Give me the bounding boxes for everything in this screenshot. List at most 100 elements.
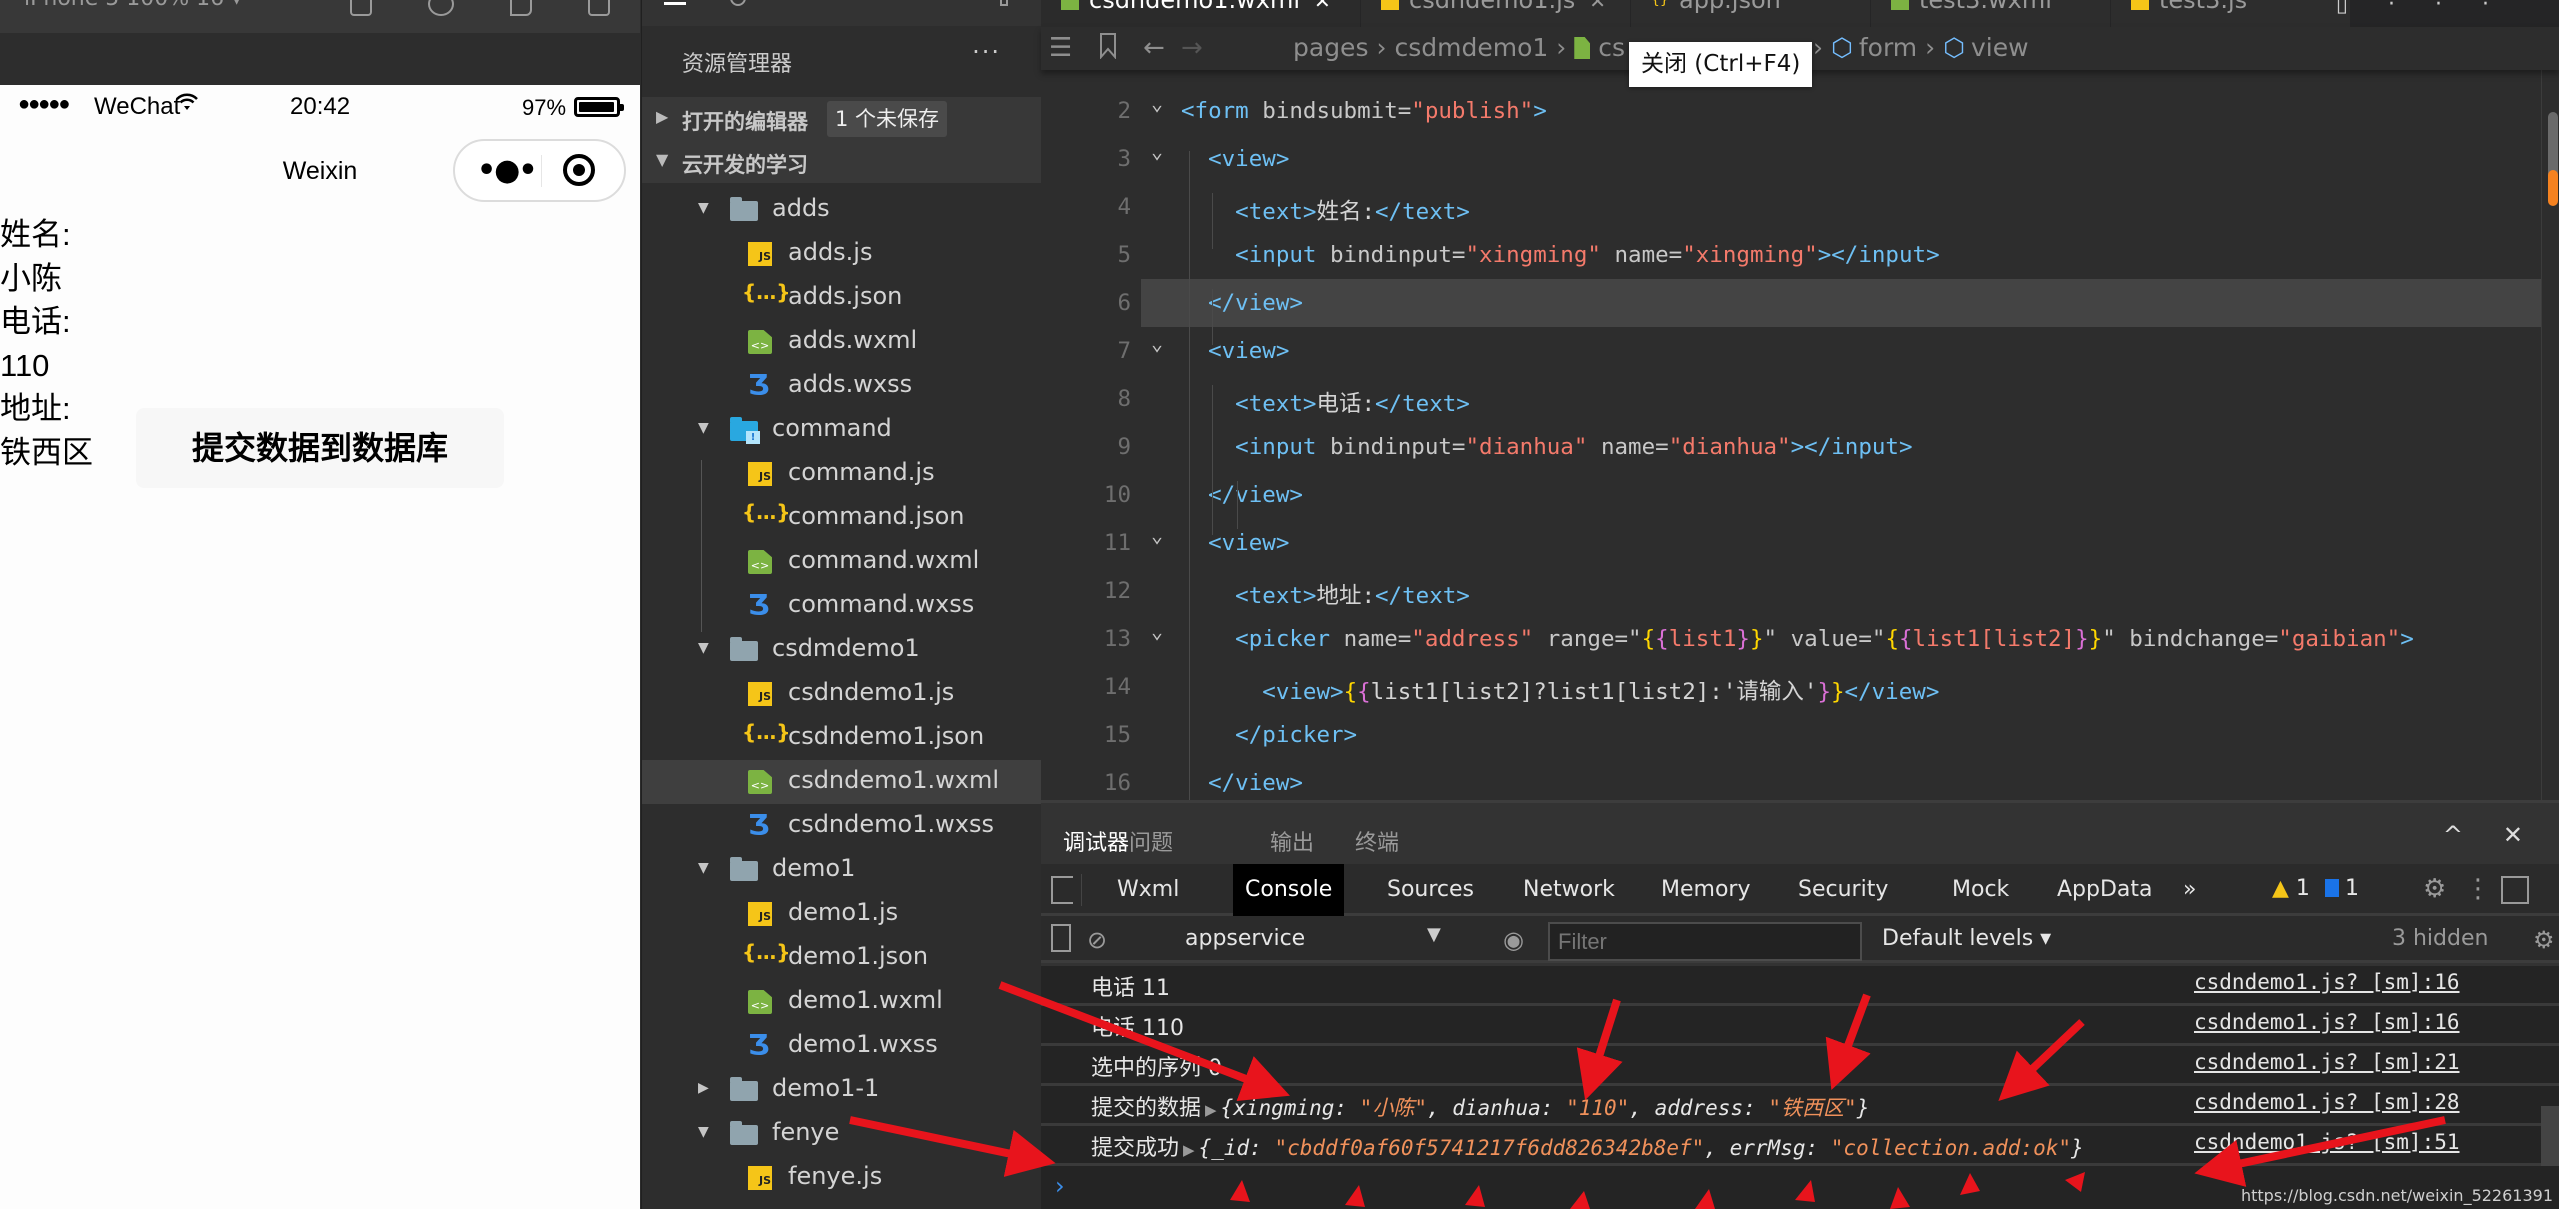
code-line[interactable]: 12 <text>地址:</text>: [1041, 567, 2541, 615]
tree-file[interactable]: {…} adds.json: [642, 276, 1041, 320]
console-scrollbar[interactable]: [2541, 1106, 2559, 1166]
tab-output[interactable]: 输出: [1270, 825, 1314, 857]
breadcrumb-item[interactable]: pages: [1293, 33, 1368, 62]
branch-icon[interactable]: [1000, 0, 1008, 6]
phone-input[interactable]: 110: [0, 344, 640, 388]
chevron-down-icon[interactable]: ▼: [1427, 924, 1441, 945]
back-icon[interactable]: ←: [1143, 33, 1165, 63]
code-line[interactable]: 11 ⌄ <view>: [1041, 519, 2541, 567]
console-prompt[interactable]: ›: [1055, 1172, 1065, 1200]
close-tab-icon[interactable]: ✕: [1589, 0, 1606, 13]
log-source-link[interactable]: csdndemo1.js? [sm]:51: [2194, 1130, 2460, 1154]
code-line[interactable]: 15 </picker>: [1041, 711, 2541, 759]
fold-chevron-icon[interactable]: ⌄: [1151, 523, 1163, 547]
submit-button[interactable]: 提交数据到数据库: [136, 408, 504, 488]
breadcrumb-item[interactable]: view: [1971, 33, 2029, 62]
code-line[interactable]: 9 <input bindinput="dianhua" name="dianh…: [1041, 423, 2541, 471]
tree-file[interactable]: JS fenye.js: [642, 1156, 1041, 1200]
tree-file[interactable]: JS demo1.js: [642, 892, 1041, 936]
more-icon[interactable]: ···: [2388, 0, 2529, 17]
context-selector[interactable]: appservice: [1185, 926, 1305, 951]
panel-tab-sources[interactable]: Sources: [1375, 864, 1486, 916]
tab-terminal[interactable]: 终端: [1355, 825, 1399, 857]
chevron-right-icon[interactable]: ▶: [698, 1080, 709, 1096]
fold-chevron-icon[interactable]: ⌄: [1151, 619, 1163, 643]
code-line[interactable]: 7 ⌄ <view>: [1041, 327, 2541, 375]
log-source-link[interactable]: csdndemo1.js? [sm]:16: [2194, 1010, 2460, 1034]
device-selector[interactable]: iPhone 5 100% 16 ▾: [24, 0, 242, 11]
code-line[interactable]: 10 </view>: [1041, 471, 2541, 519]
tab-problems[interactable]: 问题: [1129, 825, 1173, 857]
panel-tab-memory[interactable]: Memory: [1649, 864, 1762, 916]
editor-tab[interactable]: csdndemo1.js ✕: [1361, 0, 1631, 27]
chevron-down-icon[interactable]: ▼: [698, 860, 709, 876]
split-editor-icon[interactable]: ▯: [2336, 0, 2388, 17]
log-object[interactable]: {xingming: "小陈", dianhua: "110", address…: [1221, 1096, 1870, 1120]
breadcrumb-item[interactable]: form: [1859, 33, 1917, 62]
code-line[interactable]: 16 </view>: [1041, 759, 2541, 800]
tree-folder[interactable]: ▼ csdmdemo1: [642, 628, 1041, 672]
log-source-link[interactable]: csdndemo1.js? [sm]:16: [2194, 970, 2460, 994]
detach-window-icon[interactable]: [588, 0, 610, 16]
volume-icon[interactable]: [510, 0, 532, 16]
tree-file[interactable]: Ʒadds.wxss: [642, 364, 1041, 408]
panel-tab-console[interactable]: Console: [1233, 864, 1345, 916]
tree-file[interactable]: <> csdndemo1.wxml: [642, 760, 1041, 804]
name-input[interactable]: 小陈: [0, 257, 640, 301]
more-actions-icon[interactable]: ···: [972, 38, 1001, 66]
warnings-count[interactable]: ▲ 1: [2272, 876, 2310, 901]
tree-file[interactable]: <> demo1.wxml: [642, 980, 1041, 1024]
bookmark-icon[interactable]: [1099, 33, 1117, 66]
fold-chevron-icon[interactable]: ⌄: [1151, 91, 1163, 115]
more-panels-button[interactable]: »: [2171, 864, 2208, 916]
editor-tab[interactable]: {} app.json: [1631, 0, 1871, 27]
breadcrumb-item[interactable]: csdmdemo1: [1394, 33, 1548, 62]
sidebar-toggle-icon[interactable]: [1051, 924, 1071, 952]
log-source-link[interactable]: csdndemo1.js? [sm]:21: [2194, 1050, 2460, 1074]
panel-tab-mock[interactable]: Mock: [1940, 864, 2021, 916]
search-icon[interactable]: [730, 0, 746, 6]
code-line[interactable]: 13 ⌄ <picker name="address" range="{{list…: [1041, 615, 2541, 663]
tree-file[interactable]: {…} demo1.json: [642, 936, 1041, 980]
log-object[interactable]: {_id: "cbddf0af60f5741217f6dd826342b8ef"…: [1199, 1136, 2084, 1160]
expand-object-icon[interactable]: ▶: [1205, 1101, 1217, 1119]
eye-icon[interactable]: ◉: [1503, 926, 1524, 954]
tree-folder[interactable]: ▼ demo1: [642, 848, 1041, 892]
record-icon[interactable]: [428, 0, 454, 16]
code-line[interactable]: 4 <text>姓名:</text>: [1041, 183, 2541, 231]
tab-debugger[interactable]: 调试器: [1063, 825, 1130, 875]
tree-file[interactable]: <> adds.wxml: [642, 320, 1041, 364]
more-menu-icon[interactable]: •●•: [477, 153, 538, 188]
code-line[interactable]: 6 </view>: [1117, 279, 2541, 327]
console-settings-icon[interactable]: ⚙: [2533, 926, 2555, 954]
undock-icon[interactable]: [2501, 876, 2529, 904]
tree-folder[interactable]: ▶ demo1-1: [642, 1068, 1041, 1112]
chevron-down-icon[interactable]: ▼: [698, 1124, 709, 1140]
log-levels-dropdown[interactable]: Default levels ▾: [1882, 926, 2051, 951]
kebab-menu-icon[interactable]: ⋮: [2465, 874, 2491, 904]
clear-console-icon[interactable]: ⊘: [1087, 926, 1107, 954]
chevron-down-icon[interactable]: ▼: [698, 640, 709, 656]
close-miniprogram-icon[interactable]: [563, 154, 595, 186]
fold-chevron-icon[interactable]: ⌄: [1151, 139, 1163, 163]
tree-file[interactable]: JS adds.js: [642, 232, 1041, 276]
panel-tab-network[interactable]: Network: [1511, 864, 1627, 916]
info-count[interactable]: 1: [2325, 876, 2359, 901]
log-source-link[interactable]: csdndemo1.js? [sm]:28: [2194, 1090, 2460, 1114]
close-tab-icon[interactable]: ✕: [1314, 0, 1331, 13]
expand-object-icon[interactable]: ▶: [1183, 1141, 1195, 1159]
panel-tab-wxml[interactable]: Wxml: [1105, 864, 1191, 916]
code-line[interactable]: 5 <input bindinput="xingming" name="xing…: [1041, 231, 2541, 279]
settings-icon[interactable]: ⚙: [2423, 874, 2446, 904]
forward-icon[interactable]: →: [1181, 33, 1203, 63]
tree-folder[interactable]: ▼ fenye: [642, 1112, 1041, 1156]
close-panel-icon[interactable]: ✕: [2503, 821, 2523, 849]
tree-file[interactable]: Ʒcsdndemo1.wxss: [642, 804, 1041, 848]
list-icon[interactable]: [664, 2, 686, 5]
code-line[interactable]: 8 <text>电话:</text>: [1041, 375, 2541, 423]
filter-input[interactable]: [1548, 922, 1862, 961]
tree-file[interactable]: {…} csdndemo1.json: [642, 716, 1041, 760]
maximize-panel-icon[interactable]: ^: [2443, 821, 2463, 849]
open-editors-section[interactable]: ▶ 打开的编辑器 1 个未保存: [642, 97, 1041, 140]
code-area[interactable]: <!-- 信息提交页面 --> 2⌄<form bindsubmit="publ…: [1041, 70, 2541, 800]
